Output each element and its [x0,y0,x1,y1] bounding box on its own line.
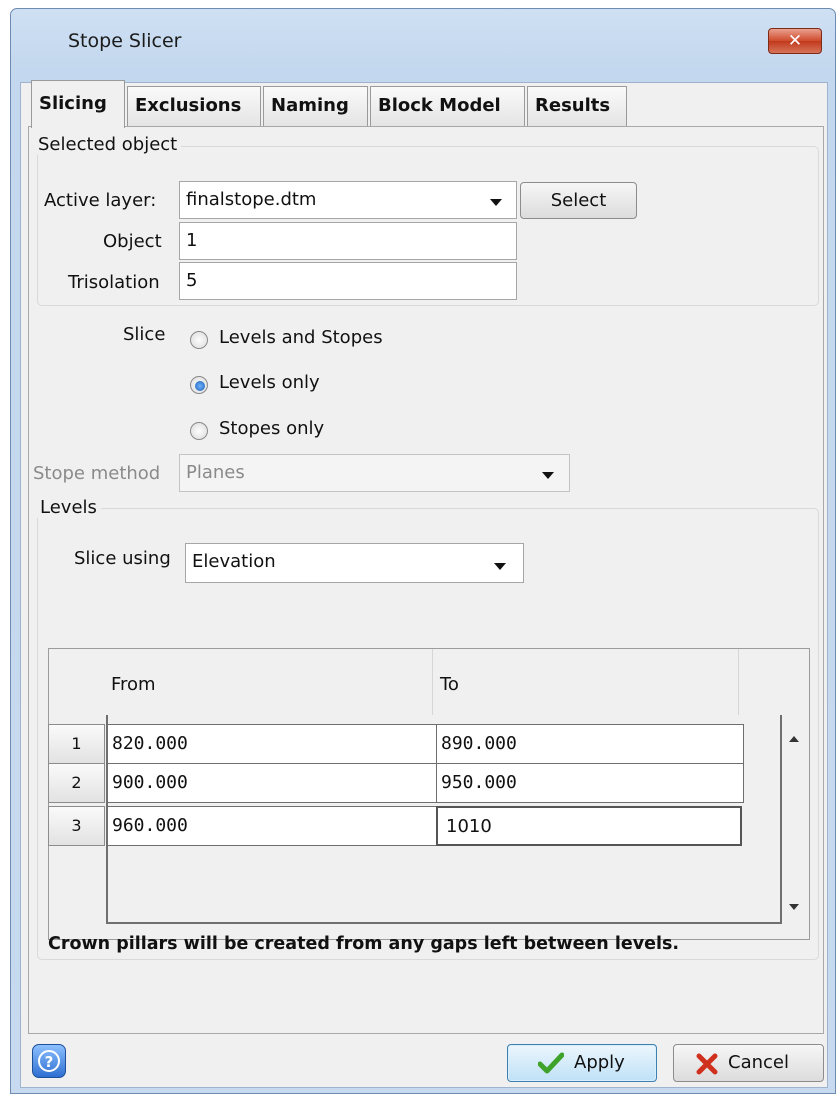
chevron-down-icon [542,472,554,479]
active-layer-label: Active layer: [44,190,157,211]
grid-divider [780,715,782,924]
radio-levels-only[interactable] [190,376,208,394]
table-cell-to-editing[interactable]: 1010 [436,806,742,846]
trisolation-label: Trisolation [68,272,160,293]
selected-object-group-label: Selected object [34,134,182,155]
window-title: Stope Slicer [68,30,182,52]
trisolation-field[interactable]: 5 [179,262,517,300]
row-header[interactable]: 2 [48,763,105,803]
tab-naming[interactable]: Naming [263,86,368,126]
table-cell-from[interactable]: 820.000 [107,724,437,764]
close-icon: ✕ [787,31,803,51]
checkmark-icon [538,1052,564,1074]
scroll-down-icon[interactable] [789,904,799,910]
active-layer-select[interactable]: finalstope.dtm [179,181,517,219]
grid-divider [106,922,782,924]
stope-method-select[interactable]: Planes [179,454,570,492]
column-header-from[interactable]: From [107,649,433,715]
table-cell-to[interactable]: 890.000 [436,724,744,764]
cancel-button[interactable]: Cancel [673,1044,824,1082]
crown-pillars-note: Crown pillars will be created from any g… [48,934,680,954]
radio-stopes-only-label: Stopes only [219,418,325,439]
red-x-icon [696,1053,718,1075]
tab-exclusions[interactable]: Exclusions [127,86,261,126]
row-header[interactable]: 1 [48,724,105,764]
apply-button[interactable]: Apply [507,1044,657,1082]
chevron-down-icon [490,199,502,206]
slice-using-select[interactable]: Elevation [185,543,524,583]
grid-divider [106,715,108,924]
tab-block-model[interactable]: Block Model [370,86,525,126]
row-header[interactable]: 3 [48,806,105,846]
select-button[interactable]: Select [520,182,637,219]
tab-results[interactable]: Results [527,86,627,126]
chevron-down-icon [494,563,506,570]
column-header-to[interactable]: To [434,649,739,715]
help-icon: ? [38,1050,60,1072]
table-cell-from[interactable]: 900.000 [107,763,437,803]
radio-levels-only-label: Levels only [219,372,320,393]
radio-levels-and-stopes-label: Levels and Stopes [219,327,383,348]
radio-stopes-only[interactable] [190,422,208,440]
stope-method-label: Stope method [33,463,161,484]
object-field[interactable]: 1 [179,222,517,260]
slice-using-label: Slice using [74,548,171,569]
table-cell-to[interactable]: 950.000 [436,763,744,803]
help-button[interactable]: ? [32,1044,66,1078]
table-vertical-scrollbar[interactable] [783,722,807,926]
scroll-up-icon[interactable] [789,736,799,742]
close-button[interactable]: ✕ [768,28,822,54]
levels-group-label: Levels [36,497,101,518]
radio-levels-and-stopes[interactable] [190,331,208,349]
table-cell-from[interactable]: 960.000 [107,806,437,846]
tab-slicing[interactable]: Slicing [31,80,125,128]
object-label: Object [103,231,162,252]
slice-label: Slice [123,324,166,345]
